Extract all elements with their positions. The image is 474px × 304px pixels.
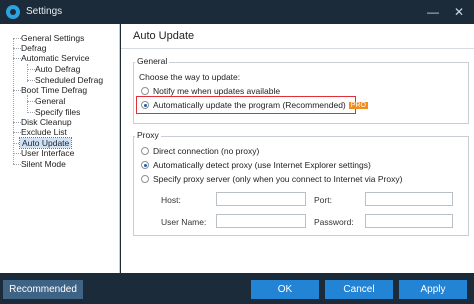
close-icon[interactable]: ✕ [450,3,468,21]
tree-connector [27,69,35,70]
tree-connector [13,38,21,39]
page-title: Auto Update [133,30,195,42]
direct-connection-label[interactable]: Direct connection (no proxy) [153,146,259,156]
sidebar-item-disk-cleanup[interactable]: Disk Cleanup [21,117,72,127]
tree-connector [13,164,21,165]
footer-bar: Recommended OK Cancel Apply [0,273,474,304]
tree-connector [13,90,21,91]
tree-connector [13,132,21,133]
recommended-button[interactable]: Recommended [3,280,83,299]
settings-tree: General Settings Defrag Automatic Servic… [0,24,120,273]
divider [121,48,474,49]
tree-connector [13,38,14,164]
sidebar-item-specify-files[interactable]: Specify files [35,107,80,117]
sidebar-item-exclude-list[interactable]: Exclude List [21,127,67,137]
sidebar-item-auto-update[interactable]: Auto Update [18,137,73,149]
host-label: Host: [161,195,181,205]
title-bar: Settings — ✕ [0,0,474,24]
tree-connector [13,153,21,154]
sidebar-item-general-settings[interactable]: General Settings [21,33,84,43]
tree-connector [27,112,35,113]
tree-connector [27,80,35,81]
specify-proxy-label[interactable]: Specify proxy server (only when you conn… [153,174,402,184]
sidebar-item-boot-time-defrag[interactable]: Boot Time Defrag [21,85,87,95]
tree-connector [13,48,21,49]
sidebar-item-user-interface[interactable]: User Interface [21,148,74,158]
update-prompt: Choose the way to update: [139,72,241,82]
sidebar-item-auto-defrag[interactable]: Auto Defrag [35,64,80,74]
specify-proxy-radio[interactable] [141,175,149,183]
pro-badge: PRO [348,102,368,109]
sidebar-item-automatic-service[interactable]: Automatic Service [21,53,90,63]
notify-radio[interactable] [141,87,149,95]
tree-connector [27,101,35,102]
sidebar-item-silent-mode[interactable]: Silent Mode [21,159,66,169]
tree-connector [27,95,28,113]
general-group-label: General [135,56,170,66]
minimize-icon[interactable]: — [424,3,442,21]
user-name-label: User Name: [161,217,207,227]
port-label: Port: [314,195,332,205]
app-logo-icon [6,5,20,19]
tree-connector [13,122,21,123]
tree-connector [13,58,21,59]
host-input[interactable] [216,192,306,206]
sidebar-item-defrag[interactable]: Defrag [21,43,47,53]
auto-detect-proxy-radio[interactable] [141,161,149,169]
auto-detect-proxy-label[interactable]: Automatically detect proxy (use Internet… [153,160,371,170]
sidebar-item-scheduled-defrag[interactable]: Scheduled Defrag [35,75,103,85]
auto-update-option[interactable]: Automatically update the program (Recomm… [153,100,368,110]
cancel-button[interactable]: Cancel [325,280,393,299]
proxy-group-label: Proxy [135,130,161,140]
password-input[interactable] [365,214,453,228]
settings-panel: Auto Update General Choose the way to up… [121,24,474,273]
settings-window: Settings — ✕ General Settings Defrag Aut… [0,0,474,304]
notify-option-label[interactable]: Notify me when updates available [153,86,280,96]
sidebar-item-boot-general[interactable]: General [35,96,65,106]
port-input[interactable] [365,192,453,206]
apply-button[interactable]: Apply [399,280,467,299]
user-name-input[interactable] [216,214,306,228]
window-title: Settings [26,6,63,17]
direct-connection-radio[interactable] [141,147,149,155]
auto-update-option-label: Automatically update the program (Recomm… [153,100,346,110]
ok-button[interactable]: OK [251,280,319,299]
auto-update-radio[interactable] [141,101,149,109]
password-label: Password: [314,217,354,227]
